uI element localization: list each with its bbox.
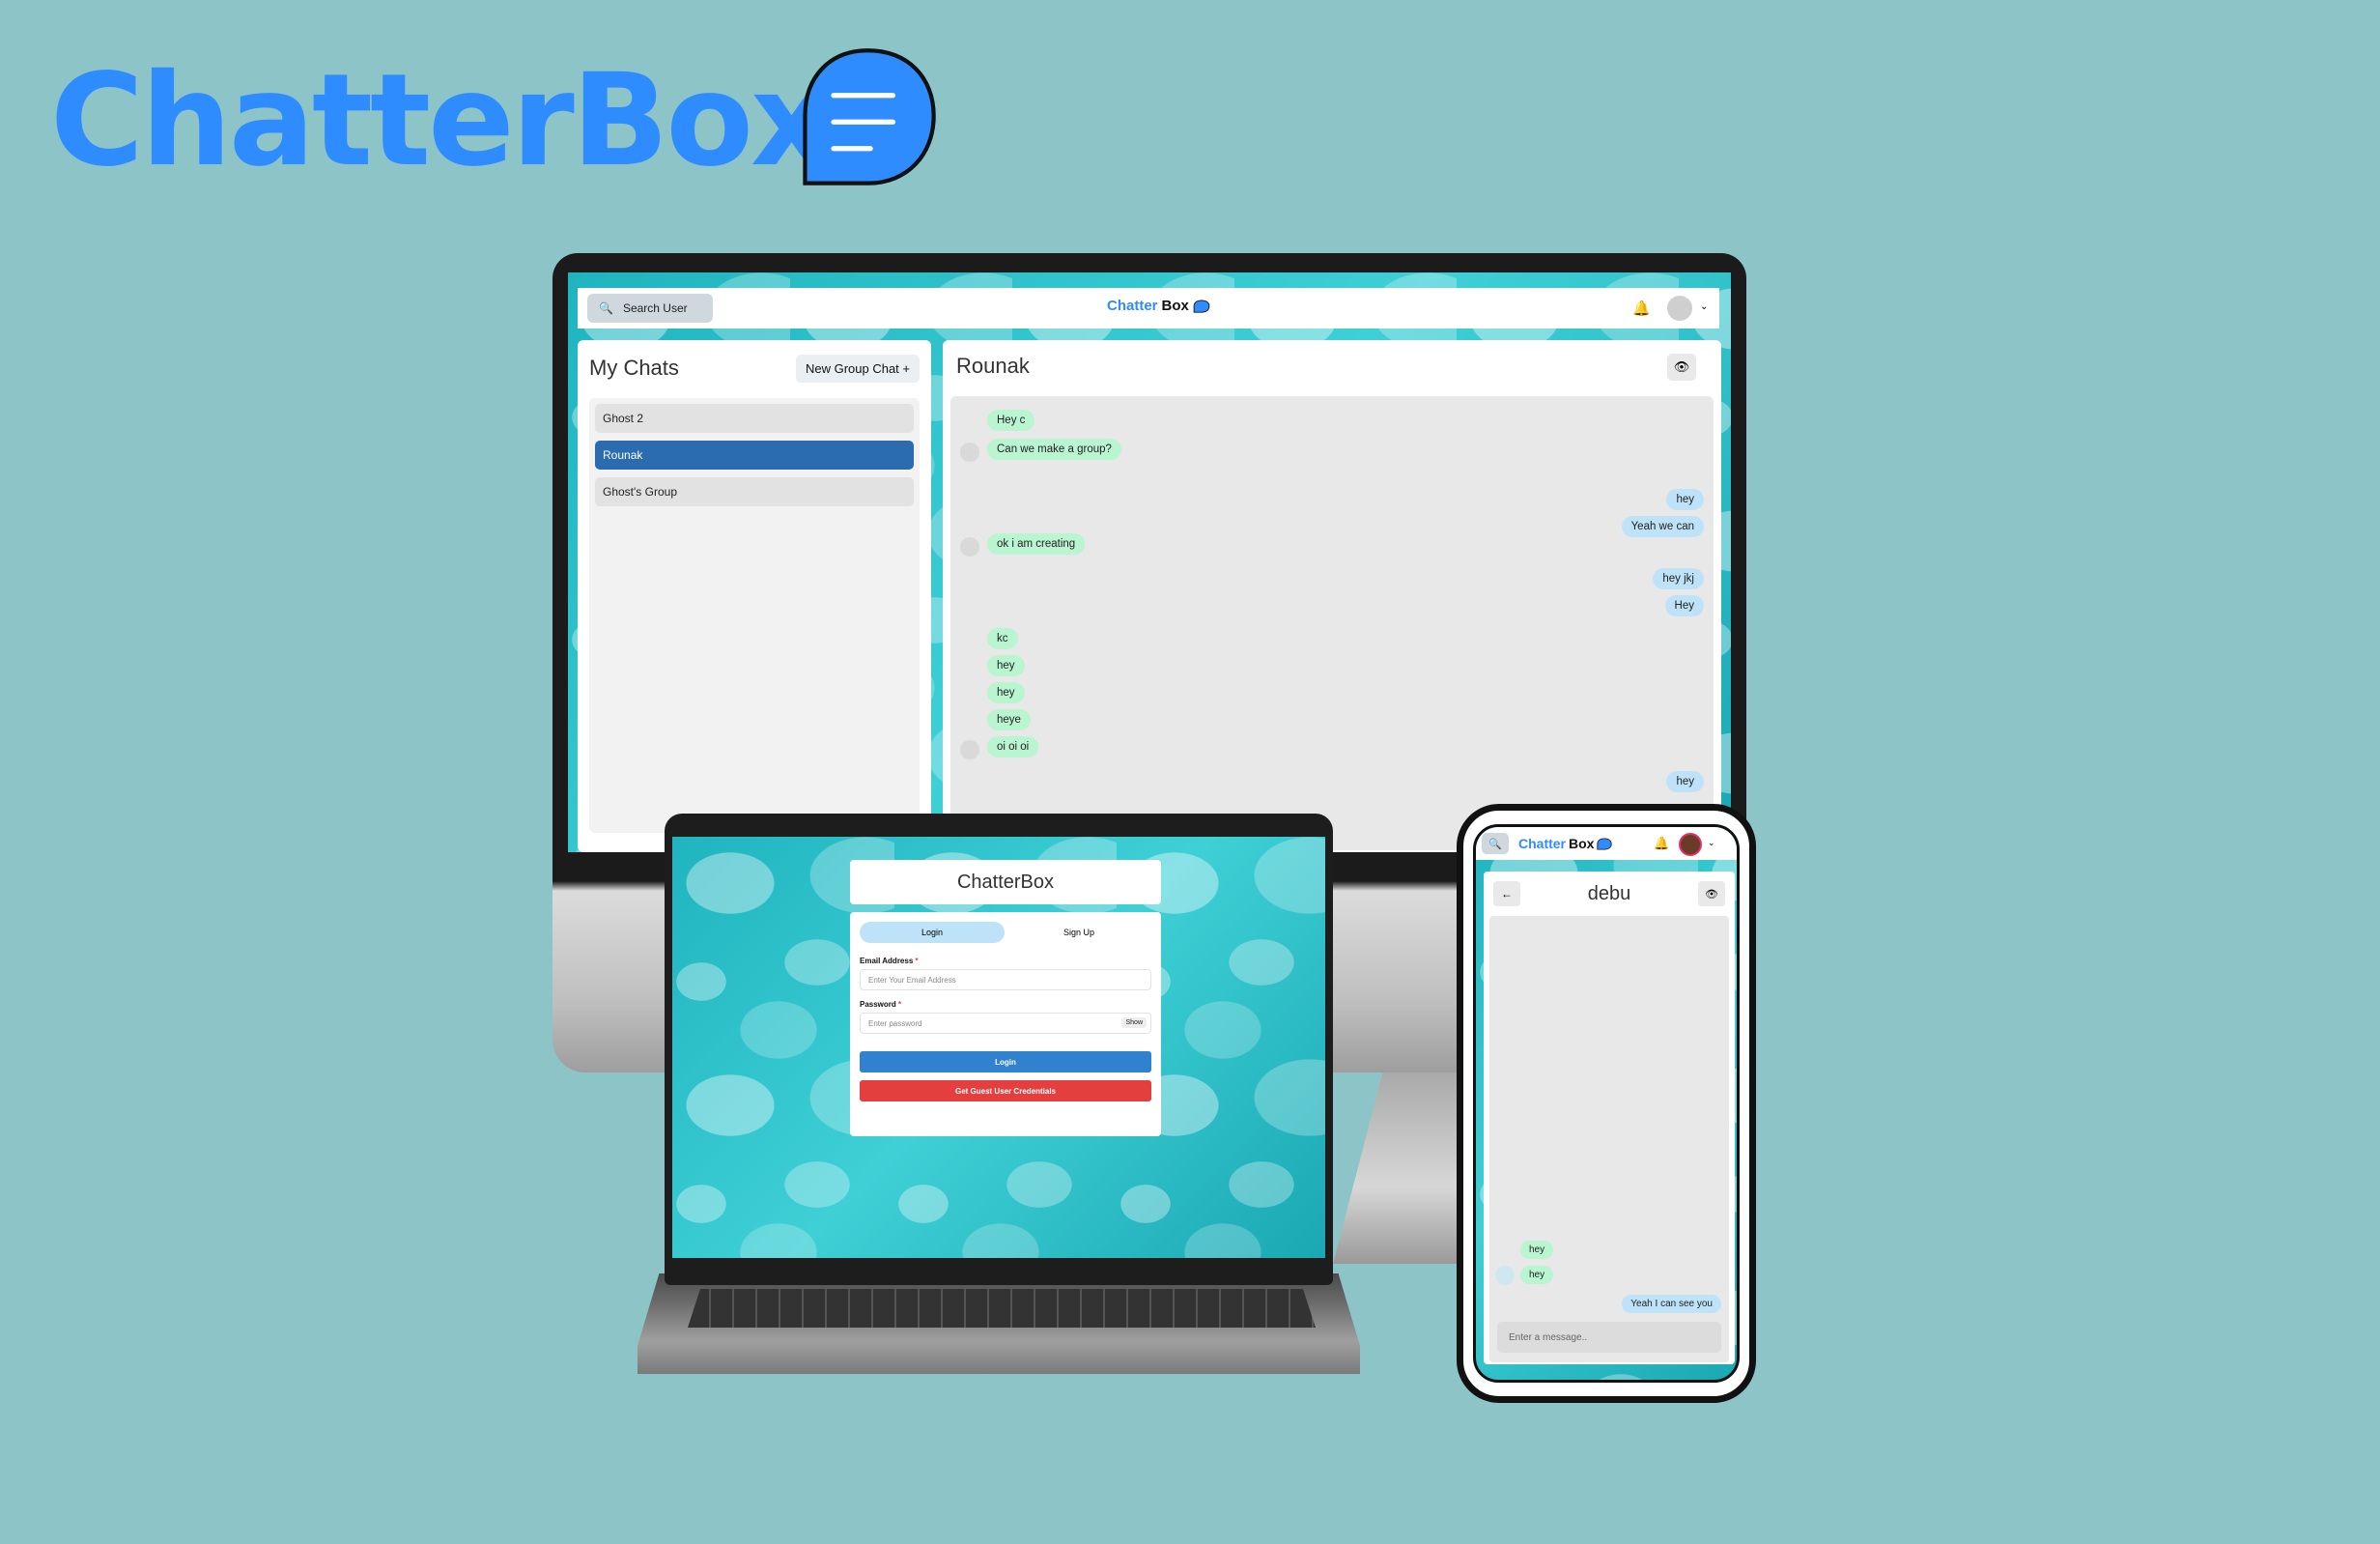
email-label-text: Email Address <box>860 957 914 965</box>
tab-login[interactable]: Login <box>860 922 1005 943</box>
show-password-button[interactable]: Show <box>1121 1017 1147 1028</box>
app-logo: Chatter Box <box>1107 298 1210 314</box>
logo-prefix: Chatter <box>1518 836 1567 851</box>
conversation-title: Rounak <box>956 354 1030 378</box>
brand-title: ChatterBox <box>50 46 833 195</box>
message-outgoing: hey <box>1666 771 1704 792</box>
message-incoming: heye <box>987 709 1031 730</box>
message-incoming: ok i am creating <box>987 533 1086 555</box>
message-outgoing: hey jkj <box>1653 568 1704 589</box>
message-incoming: hey <box>1520 1241 1554 1259</box>
message-incoming: kc <box>987 628 1018 649</box>
brand-header: ChatterBox <box>50 46 833 195</box>
view-profile-eye-icon[interactable]: 👁 <box>1667 354 1696 381</box>
email-label: Email Address * <box>860 957 1151 965</box>
chevron-down-icon[interactable]: ⌄ <box>1700 301 1708 312</box>
message-incoming: oi oi oi <box>987 736 1039 758</box>
message-outgoing: Yeah I can see you <box>1622 1295 1721 1313</box>
message-outgoing: Hey <box>1664 595 1704 616</box>
search-user-button[interactable]: 🔍 Search User <box>587 294 713 323</box>
notification-bell-icon[interactable]: 🔔 <box>1654 836 1669 851</box>
tab-signup[interactable]: Sign Up <box>1006 922 1151 943</box>
app-logo: Chatter Box <box>1518 836 1613 851</box>
phone-chat-panel: ← debu 👁 hey hey Yeah I can see you Ente… <box>1484 872 1735 1364</box>
message-incoming: hey <box>1520 1266 1554 1284</box>
sender-avatar <box>960 740 979 759</box>
password-field[interactable]: Enter password Show <box>860 1013 1151 1034</box>
message-area: Hey c Can we make a group? hey Yeah we c… <box>950 396 1714 850</box>
message-input[interactable]: Enter a message.. <box>1497 1322 1721 1353</box>
required-mark: * <box>898 1000 902 1009</box>
chat-item-ghosts-group[interactable]: Ghost's Group <box>595 477 914 506</box>
login-card: Login Sign Up Email Address * Enter Your… <box>850 912 1161 1136</box>
conversation-panel: Rounak 👁 Hey c Can we make a group? hey … <box>943 340 1721 852</box>
logo-suffix: Box <box>1161 298 1189 314</box>
auth-tabs: Login Sign Up <box>860 922 1151 943</box>
phone-screen: 🔍 Chatter Box 🔔 ⌄ ← debu 👁 hey hey Yeah I… <box>1473 824 1740 1383</box>
message-incoming: Hey c <box>987 410 1035 431</box>
desktop-screen: 🔍 Search User Chatter Box 🔔 ⌄ My Chats Ne… <box>568 272 1731 852</box>
mobile-phone: 🔍 Chatter Box 🔔 ⌄ ← debu 👁 hey hey Yeah I… <box>1457 804 1756 1403</box>
laptop-keyboard <box>688 1289 1316 1328</box>
my-chats-title: My Chats <box>589 356 679 380</box>
chat-bubble-icon <box>1597 837 1613 849</box>
logo-prefix: Chatter <box>1107 298 1158 314</box>
login-button[interactable]: Login <box>860 1051 1151 1072</box>
new-group-chat-button[interactable]: New Group Chat + <box>795 354 920 383</box>
guest-credentials-button[interactable]: Get Guest User Credentials <box>860 1080 1151 1101</box>
phone-top-nav: 🔍 Chatter Box 🔔 ⌄ <box>1476 827 1737 860</box>
view-profile-eye-icon[interactable]: 👁 <box>1698 881 1725 906</box>
notification-bell-icon[interactable]: 🔔 <box>1632 300 1651 317</box>
laptop-screen: ChatterBox Login Sign Up Email Address *… <box>672 837 1325 1258</box>
sender-avatar <box>960 537 979 557</box>
top-nav-bar: 🔍 Search User Chatter Box 🔔 ⌄ <box>578 288 1719 329</box>
password-label-text: Password <box>860 1000 896 1009</box>
chat-bubble-lines-icon <box>803 48 936 186</box>
sender-avatar <box>1495 1266 1515 1285</box>
message-outgoing: hey <box>1666 489 1704 510</box>
laptop: ChatterBox Login Sign Up Email Address *… <box>665 814 1333 1285</box>
search-user-label: Search User <box>622 301 688 315</box>
search-icon[interactable]: 🔍 <box>1482 833 1509 854</box>
search-icon: 🔍 <box>599 301 613 315</box>
logo-suffix: Box <box>1569 836 1595 851</box>
message-outgoing: Yeah we can <box>1621 516 1704 537</box>
user-avatar[interactable] <box>1667 296 1692 321</box>
password-label: Password * <box>860 1000 1151 1009</box>
chat-bubble-icon <box>1193 299 1210 313</box>
sender-avatar <box>960 443 979 462</box>
user-avatar[interactable] <box>1679 833 1702 856</box>
email-field[interactable]: Enter Your Email Address <box>860 969 1151 990</box>
my-chats-panel: My Chats New Group Chat + Ghost 2 Rounak… <box>578 340 931 852</box>
chat-item-rounak[interactable]: Rounak <box>595 441 914 470</box>
login-page-title: ChatterBox <box>850 860 1161 904</box>
message-incoming: hey <box>987 655 1025 676</box>
chevron-down-icon[interactable]: ⌄ <box>1708 838 1715 848</box>
chat-title: debu <box>1587 883 1631 904</box>
message-area: hey hey Yeah I can see you Enter a messa… <box>1489 916 1729 1362</box>
message-incoming: Can we make a group? <box>987 439 1121 460</box>
chat-item-ghost-2[interactable]: Ghost 2 <box>595 404 914 433</box>
chat-list: Ghost 2 Rounak Ghost's Group <box>589 398 920 833</box>
message-incoming: hey <box>987 682 1025 703</box>
password-placeholder: Enter password <box>868 1018 922 1028</box>
required-mark: * <box>915 957 919 965</box>
